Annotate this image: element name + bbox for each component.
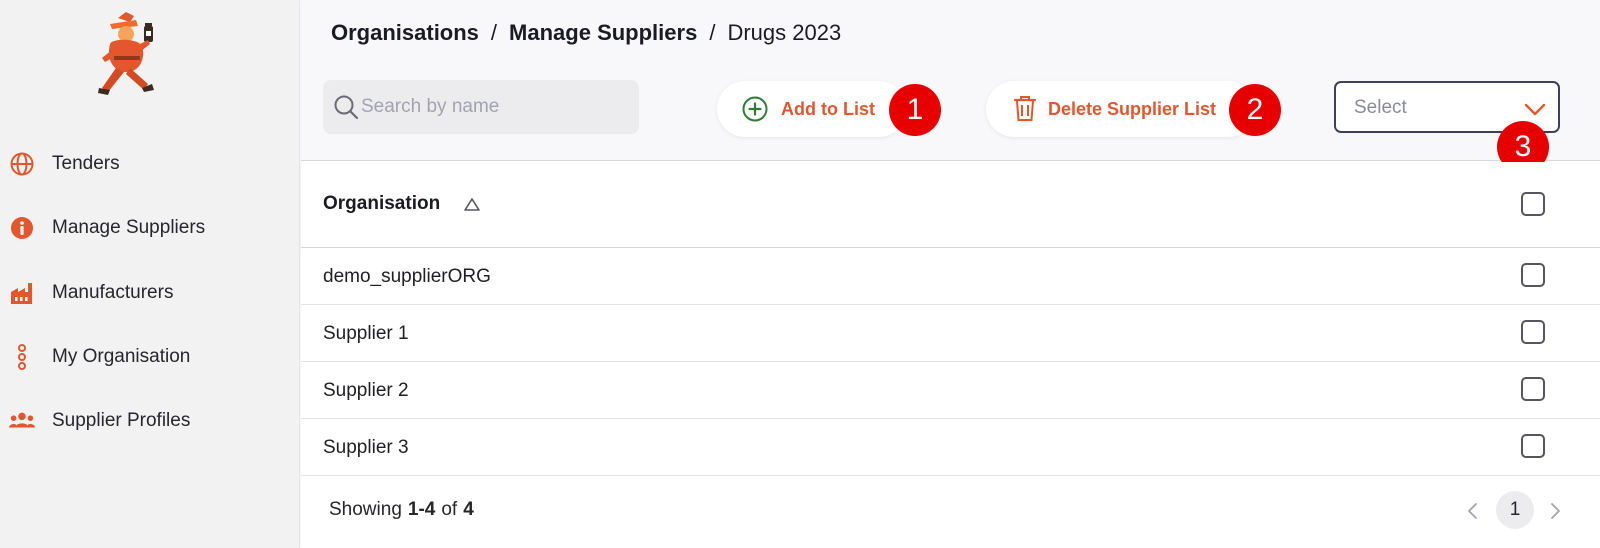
breadcrumb: Organisations / Manage Suppliers / Drugs… xyxy=(331,20,841,46)
sidebar: Tenders Manage Suppliers Manufacturers M… xyxy=(0,0,300,548)
organisation-name: Supplier 2 xyxy=(323,380,409,401)
column-header-organisation[interactable]: Organisation xyxy=(323,193,440,215)
app: Tenders Manage Suppliers Manufacturers M… xyxy=(0,0,1600,548)
globe-icon xyxy=(8,150,36,178)
plus-circle-icon xyxy=(741,95,769,123)
sidebar-item-supplier-profiles[interactable]: Supplier Profiles xyxy=(0,401,300,441)
row-checkbox[interactable] xyxy=(1521,263,1545,287)
sidebar-item-label: Manage Suppliers xyxy=(52,217,206,238)
organisation-name: Supplier 1 xyxy=(323,323,409,344)
showing-count: Showing 1-4 of 4 xyxy=(329,499,474,521)
search-input[interactable] xyxy=(361,90,629,124)
delete-supplier-list-button[interactable]: Delete Supplier List xyxy=(986,81,1256,137)
breadcrumb-current: Drugs 2023 xyxy=(727,20,842,45)
breadcrumb-organisations[interactable]: Organisations xyxy=(331,20,479,46)
delete-supplier-list-label: Delete Supplier List xyxy=(1048,98,1217,119)
callout-badge-1: 1 xyxy=(889,84,941,136)
sidebar-item-label: Tenders xyxy=(52,153,120,174)
showing-prefix: Showing xyxy=(329,499,402,520)
sidebar-item-manage-suppliers[interactable]: Manage Suppliers xyxy=(0,208,300,248)
showing-total: 4 xyxy=(463,499,474,520)
row-checkbox[interactable] xyxy=(1521,377,1545,401)
breadcrumb-manage-suppliers[interactable]: Manage Suppliers xyxy=(509,20,697,46)
table-row[interactable]: Supplier 3 xyxy=(301,419,1600,476)
organisation-name: demo_supplierORG xyxy=(323,266,491,287)
chevron-left-icon[interactable] xyxy=(1463,499,1483,523)
row-checkbox[interactable] xyxy=(1521,320,1545,344)
sidebar-item-label: Supplier Profiles xyxy=(52,410,191,431)
table-header: Organisation xyxy=(301,162,1600,248)
factory-icon xyxy=(8,279,36,307)
main-content: Organisations / Manage Suppliers / Drugs… xyxy=(301,0,1600,548)
organisation-name: Supplier 3 xyxy=(323,437,409,458)
add-to-list-label: Add to List xyxy=(781,98,875,119)
table-row[interactable]: Supplier 1 xyxy=(301,305,1600,362)
select-all-checkbox[interactable] xyxy=(1521,192,1545,216)
search-box[interactable] xyxy=(323,80,639,134)
table-footer: Showing 1-4 of 4 1 xyxy=(301,477,1600,548)
breadcrumb-separator: / xyxy=(490,20,498,45)
breadcrumb-separator: / xyxy=(709,20,716,45)
showing-of: of xyxy=(441,499,458,520)
select-value: Select xyxy=(1354,97,1407,118)
callout-badge-2: 2 xyxy=(1229,84,1281,136)
toolbar: Organisations / Manage Suppliers / Drugs… xyxy=(301,0,1600,161)
sidebar-item-tenders[interactable]: Tenders xyxy=(0,144,300,184)
sidebar-item-manufacturers[interactable]: Manufacturers xyxy=(0,273,300,313)
showing-range: 1-4 xyxy=(407,499,436,520)
runner-mascot-logo[interactable] xyxy=(96,10,160,96)
add-to-list-button[interactable]: Add to List xyxy=(717,81,907,137)
row-checkbox[interactable] xyxy=(1521,434,1545,458)
sidebar-item-my-organisation[interactable]: My Organisation xyxy=(0,337,300,377)
table-row[interactable]: Supplier 2 xyxy=(301,362,1600,419)
sidebar-item-label: Manufacturers xyxy=(52,282,174,303)
trash-icon xyxy=(1012,95,1040,123)
info-icon xyxy=(8,214,36,242)
chevron-down-icon xyxy=(1522,96,1548,122)
users-icon xyxy=(8,407,36,435)
dots-vertical-icon xyxy=(8,343,36,371)
table-row[interactable]: demo_supplierORG xyxy=(301,248,1600,305)
search-icon xyxy=(333,94,359,120)
sidebar-item-label: My Organisation xyxy=(52,346,191,367)
page-number-button[interactable]: 1 xyxy=(1496,491,1534,529)
sort-ascending-icon[interactable] xyxy=(463,196,481,214)
chevron-right-icon[interactable] xyxy=(1545,499,1565,523)
